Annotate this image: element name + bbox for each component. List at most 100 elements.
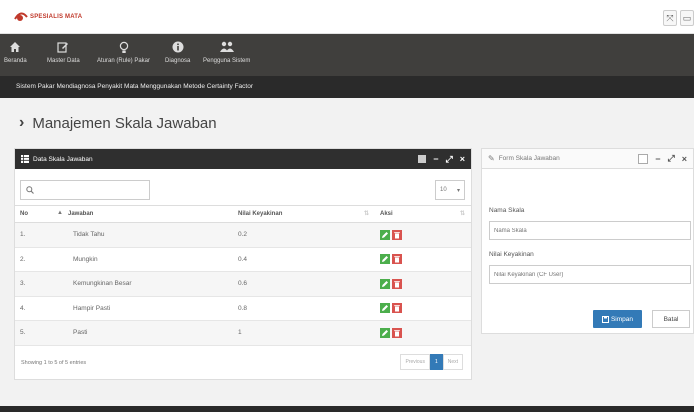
nilai-keyakinan-label: Nilai Keyakinan xyxy=(489,251,534,258)
page-title-text: Manajemen Skala Jawaban xyxy=(32,114,217,132)
trash-icon xyxy=(394,329,400,337)
table-icon xyxy=(21,155,29,163)
row-nilai: 0.2 xyxy=(233,222,375,248)
edit-button[interactable] xyxy=(380,254,390,265)
nav-label: Beranda xyxy=(4,58,27,64)
nama-skala-label: Nama Skala xyxy=(489,207,525,214)
table-header-row: No Jawaban ▲ Nilai Keyakinan ⇅ Aksi ⇅ xyxy=(15,205,471,223)
row-number: 5. xyxy=(15,320,53,346)
fullscreen-icon[interactable]: ⤢ xyxy=(446,154,453,165)
next-page-button[interactable]: Next xyxy=(442,354,463,370)
sort-asc-icon: ▲ xyxy=(57,210,63,216)
pagination: Previous 1 Next xyxy=(400,354,463,370)
nav-label: Aturan (Rule) Pakar xyxy=(97,58,151,64)
nilai-keyakinan-input[interactable] xyxy=(489,265,691,284)
nav-item-beranda[interactable]: Beranda xyxy=(4,38,27,64)
close-icon[interactable]: × xyxy=(682,154,687,164)
panel-title: Data Skala Jawaban xyxy=(33,155,93,163)
row-number: 1. xyxy=(15,222,53,248)
page-length-value: 10 xyxy=(440,187,447,193)
lightbulb-icon xyxy=(119,38,129,56)
column-header-jawaban[interactable]: Jawaban ▲ xyxy=(53,205,233,223)
edit-button[interactable] xyxy=(380,229,390,240)
table-row: 3. Kemungkinan Besar 0.6 xyxy=(15,271,471,297)
row-jawaban: Tidak Tahu xyxy=(53,222,233,248)
edit-button[interactable] xyxy=(380,303,390,314)
delete-button[interactable] xyxy=(392,278,402,289)
trash-icon xyxy=(394,256,400,263)
minimize-icon[interactable]: − xyxy=(433,154,438,164)
edit-button[interactable] xyxy=(380,278,390,289)
row-jawaban: Kemungkinan Besar xyxy=(53,271,233,297)
column-header-nilai[interactable]: Nilai Keyakinan ⇅ xyxy=(233,205,375,223)
fullscreen-icon[interactable]: ⤢ xyxy=(668,153,675,164)
delete-button[interactable] xyxy=(392,303,402,314)
expand-icon[interactable]: ⤧ xyxy=(663,10,677,26)
search-icon xyxy=(26,186,34,194)
nav-item-pengguna-sistem[interactable]: Pengguna Sistem xyxy=(203,38,250,64)
edit-button[interactable] xyxy=(380,327,390,338)
row-actions xyxy=(375,222,471,248)
column-header-no[interactable]: No xyxy=(15,205,53,223)
edit-icon: ✎ xyxy=(488,154,495,163)
row-actions xyxy=(375,247,471,272)
page-1-button[interactable]: 1 xyxy=(429,354,443,370)
row-actions xyxy=(375,271,471,297)
page-title: › Manajemen Skala Jawaban xyxy=(19,114,217,132)
top-header: SPESIALIS MATA ⤧ ▭ xyxy=(0,0,694,34)
nav-label: Diagnosa xyxy=(165,58,191,64)
row-actions xyxy=(375,320,471,346)
cancel-button[interactable]: Batal xyxy=(652,310,690,328)
trash-icon xyxy=(394,231,400,239)
info-icon xyxy=(172,38,184,56)
window-icon[interactable]: ▭ xyxy=(680,10,694,26)
system-subtitle-bar: Sistem Pakar Mendiagnosa Penyakit Mata M… xyxy=(0,76,694,98)
pencil-icon xyxy=(382,280,388,287)
table-row: 5. Pasti 1 xyxy=(15,320,471,346)
row-nilai: 0.6 xyxy=(233,271,375,297)
nav-item-master-data[interactable]: Master Data xyxy=(47,38,80,64)
users-icon xyxy=(219,38,235,56)
home-icon xyxy=(9,38,21,56)
pencil-icon xyxy=(382,256,388,263)
form-panel-header: ✎ Form Skala Jawaban − ⤢ × xyxy=(482,149,693,169)
form-panel: ✎ Form Skala Jawaban − ⤢ × Nama Skala Ni… xyxy=(481,148,694,334)
nav-item-aturan-pakar[interactable]: Aturan (Rule) Pakar xyxy=(97,38,150,64)
pencil-icon xyxy=(382,231,388,238)
chevron-down-icon: ▾ xyxy=(456,187,460,194)
pencil-icon xyxy=(382,329,388,336)
nav-label: Pengguna Sistem xyxy=(203,58,251,64)
skala-table: No Jawaban ▲ Nilai Keyakinan ⇅ Aksi ⇅ 1. Tid… xyxy=(15,205,471,346)
color-toggle-icon[interactable] xyxy=(638,153,649,164)
app-logo[interactable]: SPESIALIS MATA xyxy=(14,11,82,23)
row-nilai: 0.4 xyxy=(233,247,375,272)
row-actions xyxy=(375,296,471,321)
close-icon[interactable]: × xyxy=(460,154,465,164)
sort-icon: ⇅ xyxy=(459,211,465,217)
prev-page-button[interactable]: Previous xyxy=(400,354,430,370)
save-button[interactable]: Simpan xyxy=(593,310,642,328)
page-length-select[interactable]: 10 ▾ xyxy=(435,180,465,200)
minimize-icon[interactable]: − xyxy=(655,154,660,164)
save-icon xyxy=(601,315,609,323)
row-nilai: 0.8 xyxy=(233,296,375,321)
delete-button[interactable] xyxy=(392,254,402,265)
table-row: 4. Hampir Pasti 0.8 xyxy=(15,296,471,321)
delete-button[interactable] xyxy=(392,327,402,338)
edit-icon xyxy=(57,38,69,56)
color-toggle-icon[interactable] xyxy=(418,155,427,163)
form-panel-title: Form Skala Jawaban xyxy=(498,155,560,162)
nav-item-diagnosa[interactable]: Diagnosa xyxy=(165,38,190,64)
chevron-right-icon: › xyxy=(19,114,25,131)
delete-button[interactable] xyxy=(392,229,402,240)
panel-header: Data Skala Jawaban − ⤢ × xyxy=(15,149,471,169)
column-header-aksi[interactable]: Aksi ⇅ xyxy=(375,205,471,223)
system-subtitle: Sistem Pakar Mendiagnosa Penyakit Mata M… xyxy=(16,83,254,90)
sort-icon: ⇅ xyxy=(363,211,369,217)
nama-skala-input[interactable] xyxy=(489,221,691,240)
row-number: 4. xyxy=(15,296,53,321)
trash-icon xyxy=(394,280,400,288)
footer-bar xyxy=(0,406,694,412)
table-search-input[interactable] xyxy=(20,180,150,200)
row-jawaban: Mungkin xyxy=(53,247,233,272)
